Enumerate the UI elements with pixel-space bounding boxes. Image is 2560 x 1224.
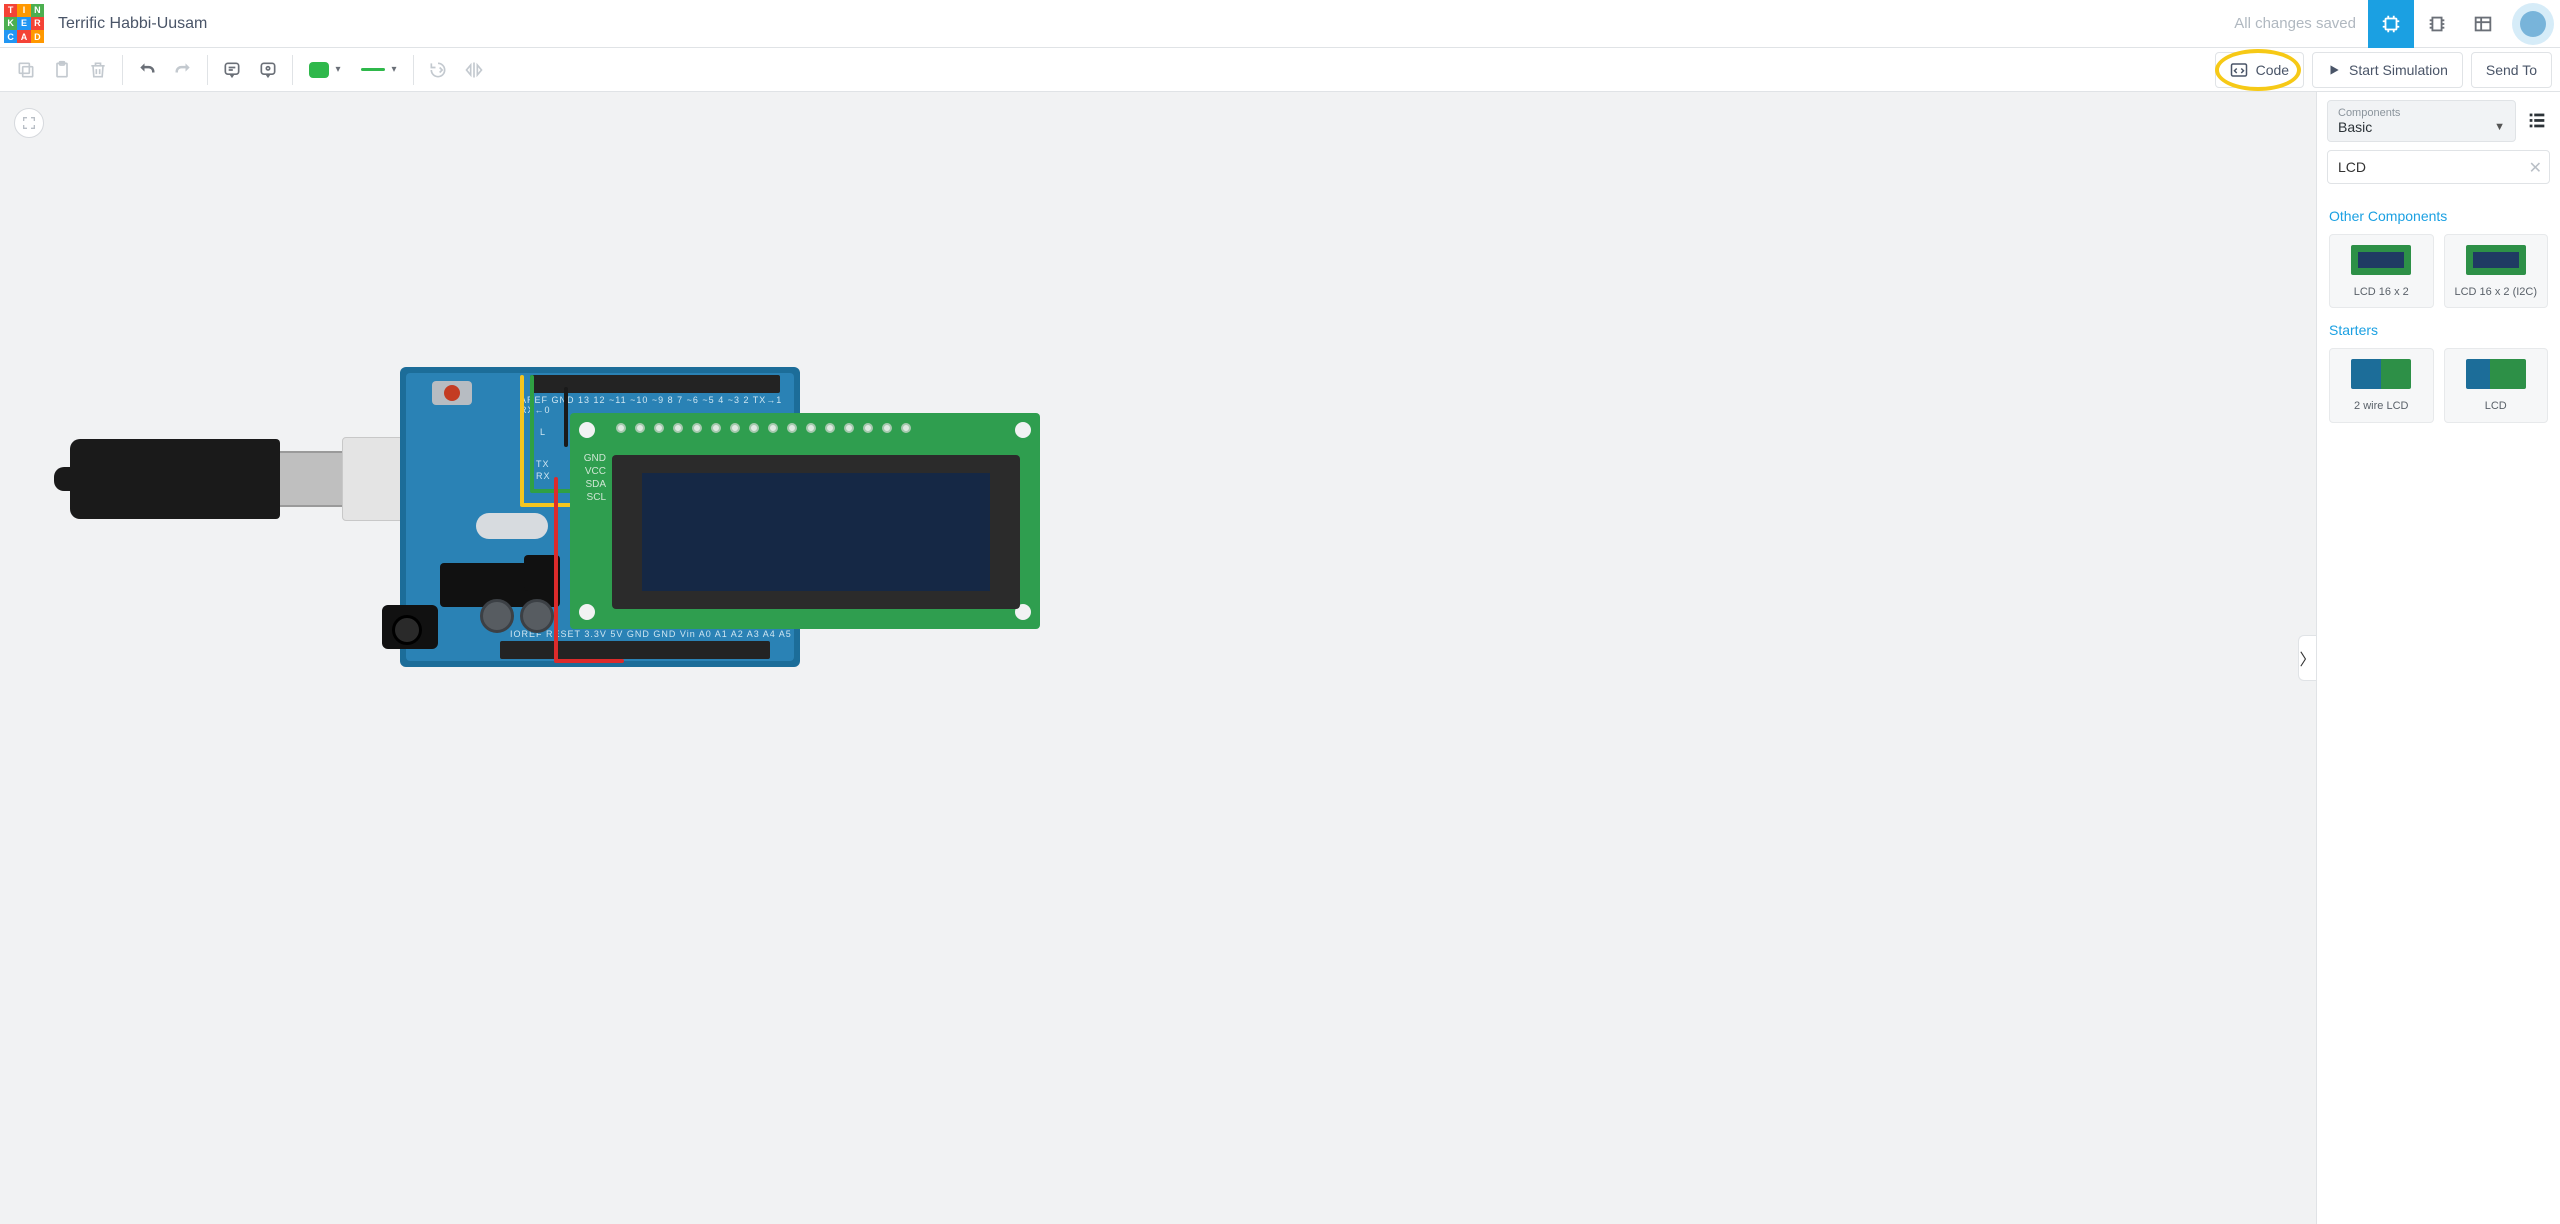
panel-collapse-button[interactable]: 〉	[2298, 635, 2316, 681]
caret-down-icon: ▼	[2494, 121, 2505, 133]
wire-red[interactable]	[554, 477, 558, 661]
arduino-top-pin-labels: AREF GND 13 12 ~11 ~10 ~9 8 7 ~6 ~5 4 ~3…	[520, 395, 800, 415]
delete-button[interactable]	[80, 52, 116, 88]
components-category-select[interactable]: Components Basic ▼	[2327, 100, 2516, 142]
lcd-thumb-icon	[2466, 245, 2526, 275]
wire-color-picker[interactable]: ▾	[299, 52, 351, 88]
wire-style-picker[interactable]: ▾	[351, 52, 407, 88]
avatar-icon	[2520, 11, 2546, 37]
table-icon	[2472, 13, 2494, 35]
starter-card-2wire-lcd[interactable]: 2 wire LCD	[2329, 348, 2434, 422]
components-select-label: Components	[2338, 107, 2505, 119]
tinkercad-logo[interactable]: TIN KER CAD	[4, 4, 44, 44]
arduino-tx-label: TX	[536, 459, 550, 469]
component-card-lcd16x2[interactable]: LCD 16 x 2	[2329, 234, 2434, 308]
code-button-label: Code	[2256, 62, 2289, 78]
mirror-icon	[464, 60, 484, 80]
arduino-l-label: L	[540, 427, 546, 437]
starter-thumb-icon	[2466, 359, 2526, 389]
start-simulation-button[interactable]: Start Simulation	[2312, 52, 2463, 88]
card-label: 2 wire LCD	[2354, 399, 2408, 413]
usb-cable[interactable]	[70, 437, 422, 521]
lcd-bezel	[612, 455, 1020, 609]
components-panel: Components Basic ▼ ✕ Other Components LC…	[2316, 92, 2560, 1224]
arduino-power-jack	[382, 605, 438, 649]
chip-icon	[2380, 13, 2402, 35]
send-to-button[interactable]: Send To	[2471, 52, 2552, 88]
main-area: AREF GND 13 12 ~11 ~10 ~9 8 7 ~6 ~5 4 ~3…	[0, 92, 2560, 1224]
card-label: LCD	[2485, 399, 2507, 413]
list-view-toggle[interactable]	[2526, 109, 2550, 133]
lcd-i2c-module[interactable]: GND VCC SDA SCL	[570, 413, 1040, 629]
toggle-annotations-button[interactable]	[250, 52, 286, 88]
starter-card-lcd[interactable]: LCD	[2444, 348, 2549, 422]
redo-icon	[173, 60, 193, 80]
color-swatch-icon	[309, 62, 329, 78]
components-select-value: Basic	[2338, 119, 2372, 135]
paste-button[interactable]	[44, 52, 80, 88]
lcd-thumb-icon	[2351, 245, 2411, 275]
section-starters: Starters	[2317, 308, 2560, 348]
caret-down-icon: ▾	[391, 64, 396, 75]
schematic-icon	[2426, 13, 2448, 35]
annotate-button[interactable]	[214, 52, 250, 88]
play-icon	[2327, 63, 2341, 77]
view-circuit-button[interactable]	[2368, 0, 2414, 48]
wire-sample-icon	[361, 68, 385, 71]
code-icon	[2230, 62, 2248, 78]
note-icon	[222, 60, 242, 80]
rotate-button[interactable]	[420, 52, 456, 88]
toolbar: ▾ ▾ Code Start Simulation Send To	[0, 48, 2560, 92]
lcd-side-labels: GND VCC SDA SCL	[578, 453, 606, 503]
fit-icon	[21, 115, 37, 131]
lcd-screen	[642, 473, 990, 591]
arduino-crystal	[476, 513, 548, 539]
project-title[interactable]: Terrific Habbi-Uusam	[58, 15, 207, 33]
save-status: All changes saved	[2234, 15, 2356, 32]
component-card-lcd16x2-i2c[interactable]: LCD 16 x 2 (I2C)	[2444, 234, 2549, 308]
eye-note-icon	[258, 60, 278, 80]
wire-yellow[interactable]	[520, 375, 524, 505]
undo-button[interactable]	[129, 52, 165, 88]
section-other-components: Other Components	[2317, 194, 2560, 234]
view-bom-button[interactable]	[2460, 0, 2506, 48]
send-to-label: Send To	[2486, 62, 2537, 78]
redo-button[interactable]	[165, 52, 201, 88]
caret-down-icon: ▾	[335, 64, 340, 75]
clear-search-icon[interactable]: ✕	[2529, 158, 2542, 178]
list-icon	[2526, 109, 2548, 131]
top-bar: TIN KER CAD Terrific Habbi-Uusam All cha…	[0, 0, 2560, 48]
zoom-to-fit-button[interactable]	[14, 108, 44, 138]
copy-button[interactable]	[8, 52, 44, 88]
circuit-canvas[interactable]: AREF GND 13 12 ~11 ~10 ~9 8 7 ~6 ~5 4 ~3…	[0, 92, 2316, 1224]
lcd-pin-row	[616, 423, 911, 433]
user-avatar[interactable]	[2512, 3, 2554, 45]
arduino-rx-label: RX	[536, 471, 551, 481]
view-schematic-button[interactable]	[2414, 0, 2460, 48]
rotate-icon	[428, 60, 448, 80]
paste-icon	[52, 60, 72, 80]
wire-red[interactable]	[554, 659, 624, 663]
start-sim-label: Start Simulation	[2349, 62, 2448, 78]
trash-icon	[88, 60, 108, 80]
starter-thumb-icon	[2351, 359, 2411, 389]
components-search-input[interactable]	[2327, 150, 2550, 184]
card-label: LCD 16 x 2	[2354, 285, 2409, 299]
wire-black[interactable]	[564, 387, 568, 447]
card-label: LCD 16 x 2 (I2C)	[2454, 285, 2537, 299]
arduino-reset-button	[432, 381, 472, 405]
undo-icon	[137, 60, 157, 80]
copy-icon	[16, 60, 36, 80]
mirror-button[interactable]	[456, 52, 492, 88]
wire-green[interactable]	[530, 375, 534, 491]
code-button[interactable]: Code	[2215, 52, 2304, 88]
